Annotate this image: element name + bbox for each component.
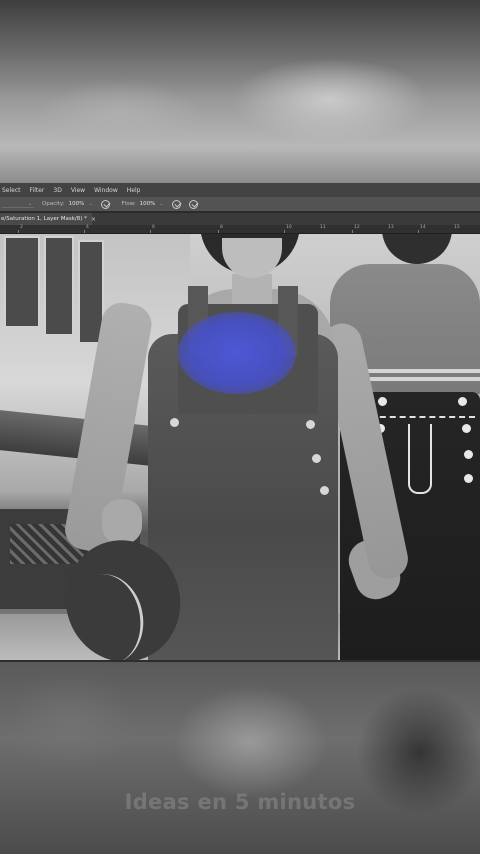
ruler-tick-label: 4: [86, 225, 89, 230]
ruler-tick-label: 10: [286, 225, 292, 230]
ruler-tick: [18, 230, 19, 233]
ruler-tick: [418, 230, 419, 233]
ruler-tick: [284, 230, 285, 233]
document-tab-bar: e/Saturation 1, Layer Mask/8) * ×: [0, 213, 480, 225]
menu-view[interactable]: View: [71, 187, 85, 194]
airbrush-icon[interactable]: [171, 199, 181, 209]
overalls-button: [170, 418, 179, 427]
blurred-video-background-top: [0, 0, 480, 183]
ruler-tick-label: 8: [220, 225, 223, 230]
opacity-label: Opacity:: [42, 201, 65, 207]
menu-bar: Select Filter 3D View Window Help: [0, 183, 480, 197]
ruler-tick: [84, 230, 85, 233]
woman-neck: [232, 274, 272, 304]
building-window: [4, 236, 40, 328]
pants-button: [464, 474, 473, 483]
close-icon[interactable]: ×: [91, 216, 96, 223]
ruler-tick: [352, 230, 353, 233]
ruler-tick-label: 12: [354, 225, 360, 230]
pants-button: [462, 424, 471, 433]
mask-brush-stroke: [178, 312, 296, 394]
ruler-tick-label: 13: [388, 225, 394, 230]
ruler-tick: [218, 230, 219, 233]
top-stripe: [358, 369, 480, 373]
ruler-tick-label: 2: [20, 225, 23, 230]
opacity-value[interactable]: 100%: [69, 201, 85, 207]
building-window: [44, 236, 74, 336]
document-tab[interactable]: e/Saturation 1, Layer Mask/8) * ×: [0, 213, 96, 225]
pants-button: [458, 397, 467, 406]
pants-button: [464, 450, 473, 459]
pressure-opacity-icon[interactable]: [100, 199, 110, 209]
menu-window[interactable]: Window: [94, 187, 118, 194]
flow-value[interactable]: 100%: [140, 201, 156, 207]
pants-button: [378, 397, 387, 406]
horizontal-ruler: 2 4 6 8 10 11 12 13 14 15: [0, 225, 480, 234]
menu-3d[interactable]: 3D: [53, 187, 61, 194]
document-tab-title: e/Saturation 1, Layer Mask/8) *: [1, 216, 87, 222]
overalls-button: [306, 420, 315, 429]
menu-filter[interactable]: Filter: [30, 187, 45, 194]
brush-mode-dropdown[interactable]: ⌄: [2, 200, 34, 208]
options-bar: ⌄ Opacity: 100% ⌄ Flow: 100% ⌄: [0, 197, 480, 211]
menu-select[interactable]: Select: [2, 187, 21, 194]
overalls-button: [320, 486, 329, 495]
opacity-chevron-down-icon[interactable]: ⌄: [88, 201, 92, 207]
photo-canvas[interactable]: [0, 234, 480, 662]
anchor-emblem: [408, 424, 432, 494]
ruler-tick-label: 14: [420, 225, 426, 230]
ruler-tick-label: 6: [152, 225, 155, 230]
woman-left-hand: [102, 499, 142, 544]
watermark-text: Ideas en 5 minutos: [124, 790, 356, 814]
flow-label: Flow:: [121, 201, 136, 207]
ruler-tick-label: 11: [320, 225, 326, 230]
flow-chevron-down-icon[interactable]: ⌄: [159, 201, 163, 207]
smoothing-icon[interactable]: [188, 199, 198, 209]
blurred-video-background-bottom: [0, 662, 480, 854]
ruler-tick: [150, 230, 151, 233]
overalls-button: [312, 454, 321, 463]
menu-help[interactable]: Help: [127, 187, 141, 194]
top-stripe: [358, 377, 480, 381]
ruler-tick-label: 15: [454, 225, 460, 230]
